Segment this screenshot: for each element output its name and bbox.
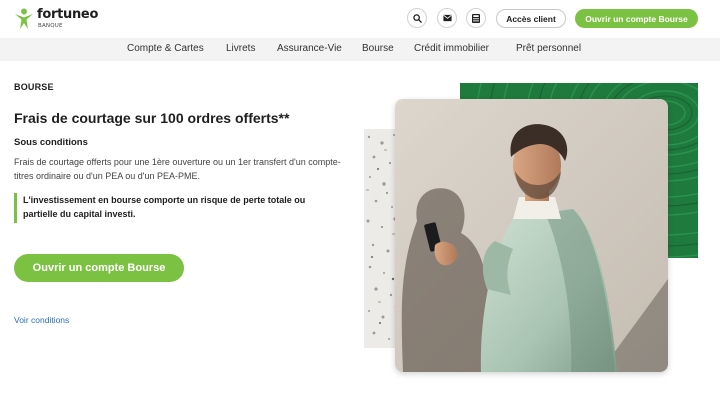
conditions-link[interactable]: Voir conditions	[14, 315, 69, 325]
nav-item-assurance-vie[interactable]: Assurance-Vie	[277, 43, 342, 54]
man-with-phone-photo	[395, 99, 668, 372]
header: fortuneo BANQUE Accès client Ouvrir un c…	[0, 0, 720, 38]
calculator-button[interactable]	[466, 8, 486, 28]
search-icon	[412, 13, 422, 23]
main-nav: Compte & Cartes Livrets Assurance-Vie Bo…	[0, 38, 720, 61]
page-title: Frais de courtage sur 100 ordres offerts…	[14, 110, 290, 126]
risk-warning-line: partielle du capital investi.	[23, 209, 136, 219]
nav-item-credit-immobilier[interactable]: Crédit immobilier	[414, 43, 489, 54]
section-label: BOURSE	[14, 82, 54, 92]
nav-item-compte-cartes[interactable]: Compte & Cartes	[127, 43, 204, 54]
logo-subtitle: BANQUE	[38, 23, 63, 29]
nav-item-livrets[interactable]: Livrets	[226, 43, 255, 54]
nav-item-bourse[interactable]: Bourse	[362, 43, 394, 54]
nav-item-pret-personnel[interactable]: Prêt personnel	[516, 43, 581, 54]
risk-warning: L'investissement en bourse comporte un r…	[14, 193, 349, 223]
search-button[interactable]	[407, 8, 427, 28]
open-account-button[interactable]: Ouvrir un compte Bourse	[14, 254, 184, 282]
acces-client-button[interactable]: Accès client	[496, 9, 566, 28]
mail-icon	[442, 14, 452, 22]
fortuneo-logo[interactable]: fortuneo BANQUE	[14, 7, 104, 31]
logo-name: fortuneo	[37, 7, 99, 22]
header-open-account-button[interactable]: Ouvrir un compte Bourse	[575, 9, 698, 28]
offer-description: Frais de courtage offerts pour une 1ère …	[14, 157, 341, 181]
risk-warning-line: L'investissement en bourse comporte un r…	[23, 195, 306, 205]
subheading: Sous conditions	[14, 137, 88, 148]
mail-button[interactable]	[437, 8, 457, 28]
logo-person-icon	[15, 8, 33, 29]
calculator-icon	[472, 13, 480, 23]
